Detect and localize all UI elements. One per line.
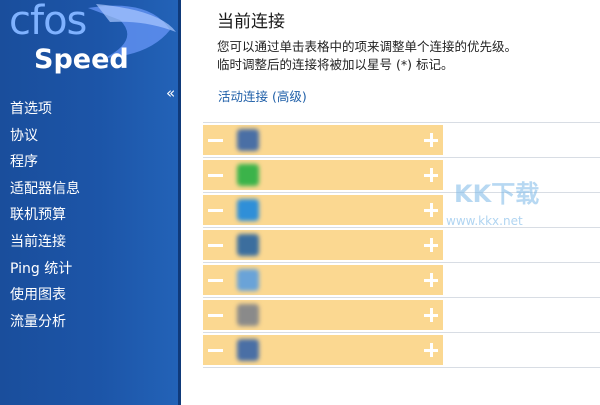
increase-priority-button[interactable] <box>420 300 442 330</box>
sidebar-item-adapter-info[interactable]: 适配器信息 <box>0 176 181 203</box>
description-line-2: 临时调整后的连接将被加以星号 (*) 标记。 <box>217 57 454 72</box>
minus-icon <box>207 173 223 177</box>
sidebar-item-preferences[interactable]: 首选项 <box>0 96 181 123</box>
connection-label <box>265 195 415 225</box>
decrease-priority-button[interactable] <box>204 160 226 190</box>
increase-priority-button[interactable] <box>420 230 442 260</box>
decrease-priority-button[interactable] <box>204 195 226 225</box>
connection-row[interactable] <box>203 157 600 192</box>
logo-text-speed: Speed <box>34 44 129 75</box>
app-icon <box>237 339 259 361</box>
connection-row[interactable] <box>203 262 600 297</box>
connection-label <box>265 265 415 295</box>
minus-icon <box>207 208 223 212</box>
minus-icon <box>207 313 223 317</box>
plus-icon-vertical <box>429 343 433 357</box>
app-icon <box>237 199 259 221</box>
main-content: 当前连接 您可以通过单击表格中的项来调整单个连接的优先级。 临时调整后的连接将被… <box>181 0 600 405</box>
connection-row[interactable] <box>203 332 600 368</box>
app-icon <box>237 129 259 151</box>
connection-label <box>265 125 415 155</box>
connection-row[interactable] <box>203 192 600 227</box>
app-icon <box>237 234 259 256</box>
connection-label <box>265 160 415 190</box>
plus-icon-vertical <box>429 133 433 147</box>
decrease-priority-button[interactable] <box>204 125 226 155</box>
sidebar-item-usage-charts[interactable]: 使用图表 <box>0 282 181 309</box>
sidebar-item-protocols[interactable]: 协议 <box>0 123 181 150</box>
connection-label <box>265 230 415 260</box>
minus-icon <box>207 138 223 142</box>
active-connections-advanced-link[interactable]: 活动连接 (高级) <box>218 86 307 105</box>
decrease-priority-button[interactable] <box>204 230 226 260</box>
decrease-priority-button[interactable] <box>204 335 226 365</box>
decrease-priority-button[interactable] <box>204 300 226 330</box>
connection-row[interactable] <box>203 227 600 262</box>
increase-priority-button[interactable] <box>420 265 442 295</box>
sidebar: cfos Speed « 首选项 协议 程序 适配器信息 联机预算 当前连接 P… <box>0 0 181 405</box>
plus-icon-vertical <box>429 273 433 287</box>
description-line-1: 您可以通过单击表格中的项来调整单个连接的优先级。 <box>217 39 518 54</box>
decrease-priority-button[interactable] <box>204 265 226 295</box>
plus-icon-vertical <box>429 168 433 182</box>
logo-text-cfos: cfos <box>9 0 87 44</box>
page-description: 您可以通过单击表格中的项来调整单个连接的优先级。 临时调整后的连接将被加以星号 … <box>217 38 587 74</box>
connection-row[interactable] <box>203 297 600 332</box>
sidebar-nav: 首选项 协议 程序 适配器信息 联机预算 当前连接 Ping 统计 使用图表 流… <box>0 96 181 335</box>
sidebar-item-traffic-analysis[interactable]: 流量分析 <box>0 309 181 336</box>
increase-priority-button[interactable] <box>420 195 442 225</box>
sidebar-item-ping-stats[interactable]: Ping 统计 <box>0 256 181 283</box>
connection-row[interactable] <box>203 122 600 157</box>
increase-priority-button[interactable] <box>420 335 442 365</box>
connection-label <box>265 300 415 330</box>
app-icon <box>237 304 259 326</box>
page-title: 当前连接 <box>217 12 285 32</box>
minus-icon <box>207 348 223 352</box>
increase-priority-button[interactable] <box>420 160 442 190</box>
minus-icon <box>207 278 223 282</box>
connections-table <box>203 122 600 368</box>
increase-priority-button[interactable] <box>420 125 442 155</box>
sidebar-item-current-connections[interactable]: 当前连接 <box>0 229 181 256</box>
app-icon <box>237 269 259 291</box>
app-icon <box>237 164 259 186</box>
sidebar-item-online-budget[interactable]: 联机预算 <box>0 202 181 229</box>
plus-icon-vertical <box>429 203 433 217</box>
minus-icon <box>207 243 223 247</box>
cfosspeed-logo: cfos Speed <box>0 0 181 85</box>
plus-icon-vertical <box>429 308 433 322</box>
sidebar-item-programs[interactable]: 程序 <box>0 149 181 176</box>
connection-label <box>265 335 415 365</box>
plus-icon-vertical <box>429 238 433 252</box>
